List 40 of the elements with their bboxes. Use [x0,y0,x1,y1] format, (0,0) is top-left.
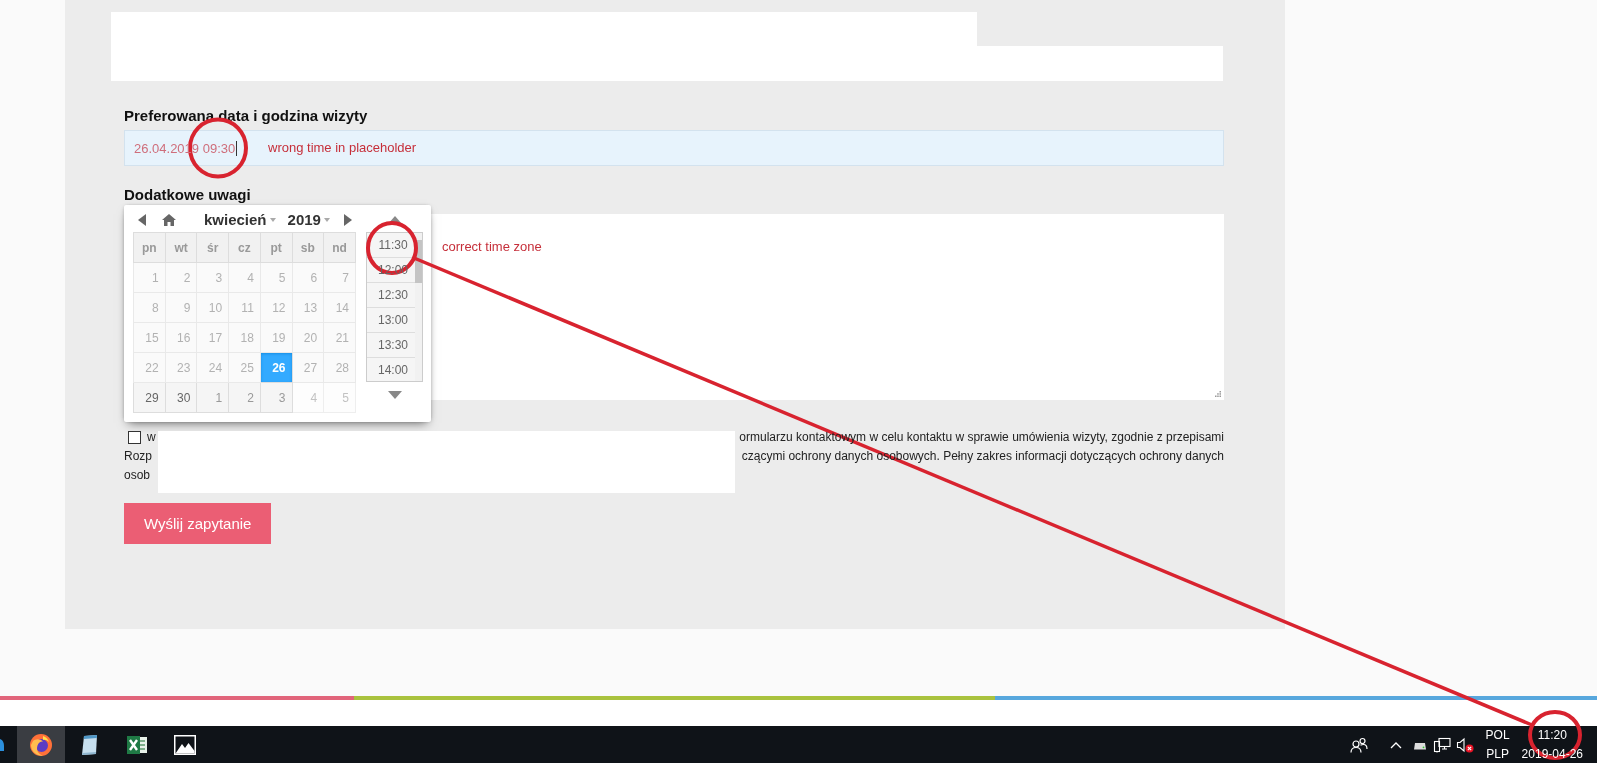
time-option[interactable]: 11:30 [367,233,415,258]
weekday-header: śr [196,232,229,263]
input-language[interactable]: POL [1485,725,1510,745]
cut-off-app-icon[interactable] [0,738,4,751]
muted-speaker-icon[interactable] [1455,736,1474,753]
scrollbar-thumb[interactable] [415,240,422,283]
consent-checkbox[interactable] [128,431,141,444]
resize-grip-icon[interactable] [1215,391,1221,397]
image-icon [173,732,197,757]
highlight-circle [366,221,418,275]
year-dropdown[interactable]: 2019 [287,211,330,228]
annotation-text: wrong time in placeholder [268,140,417,156]
browser-icon [29,732,53,757]
caret-icon [269,217,276,222]
taskbar-button[interactable] [17,726,65,763]
calendar-day[interactable]: 29 [133,382,166,413]
consent-text: osob [124,467,151,484]
keyboard-layout[interactable]: PLP [1486,744,1509,763]
weekday-header: pn [133,232,166,263]
weekday-header: wt [165,232,197,263]
annotation-text: correct time zone [442,239,542,255]
weekday-header: nd [323,232,356,263]
clock-time[interactable]: 11:20 [1537,725,1567,745]
caret-icon [323,217,330,222]
weekday-header: cz [228,232,261,263]
consent-text: w [147,429,156,446]
home-icon[interactable] [162,213,176,226]
field-label: Dodatkowe uwagi [124,186,252,204]
month-dropdown[interactable]: kwiecień [204,211,276,228]
people-icon[interactable] [1349,736,1368,753]
prev-month-icon[interactable] [138,213,146,226]
submit-button[interactable]: Wyślij zapytanie [124,503,272,544]
text-cursor-icon [236,140,238,156]
consent-text: Rozp [124,448,152,465]
weekday-header: sb [292,232,324,263]
chevron-up-icon[interactable] [1389,740,1402,749]
network-icon[interactable] [1432,736,1451,753]
weekday-header: pt [260,232,292,263]
scroll-down-icon[interactable] [387,391,402,399]
next-month-icon[interactable] [344,213,352,226]
